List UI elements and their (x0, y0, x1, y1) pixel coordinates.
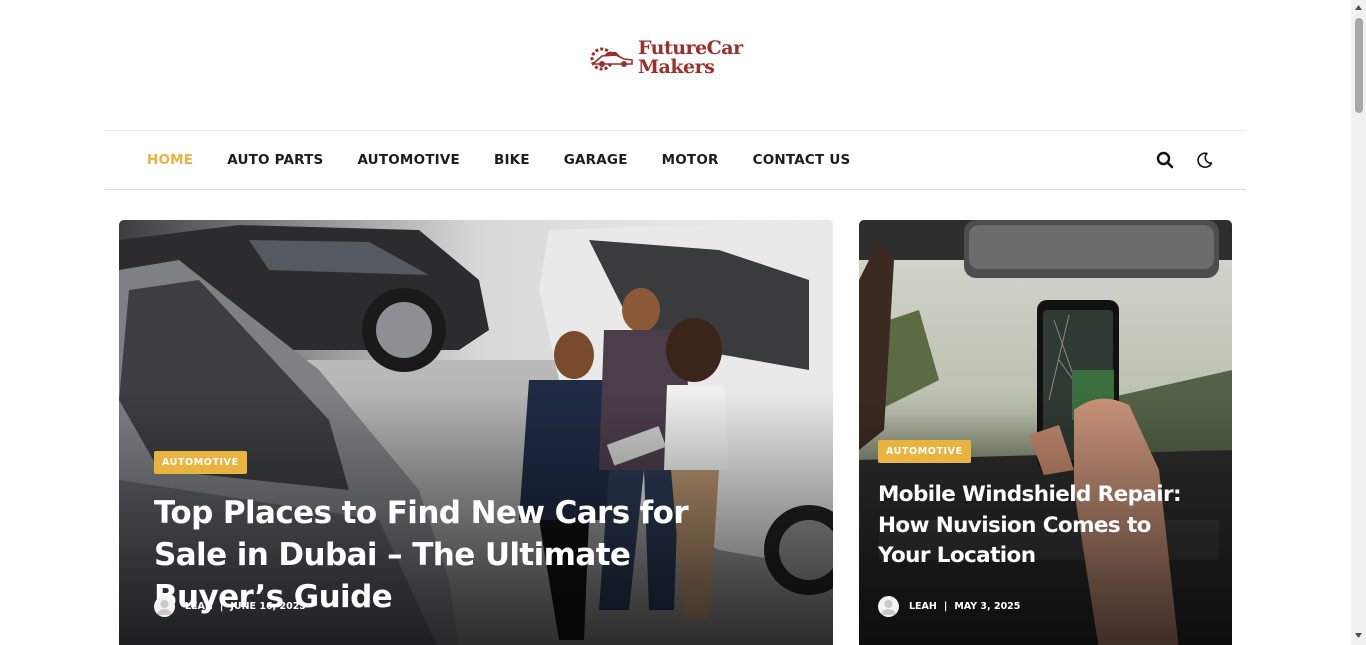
page-scrollbar[interactable] (1351, 0, 1366, 645)
nav-item-automotive[interactable]: AUTOMOTIVE (357, 152, 460, 168)
nav-item-garage[interactable]: GARAGE (564, 152, 628, 168)
moon-icon[interactable] (1194, 149, 1216, 171)
logo-text: FutureCar Makers (638, 39, 743, 77)
nav-item-contact-us[interactable]: CONTACT US (753, 152, 851, 168)
post-author[interactable]: LEAH (909, 601, 937, 612)
page: FutureCar Makers HOME AUTO PARTS AUTOMOT… (0, 0, 1366, 645)
nav-item-auto-parts[interactable]: AUTO PARTS (227, 152, 323, 168)
post-date: MAY 3, 2025 (954, 601, 1021, 612)
category-badge[interactable]: AUTOMOTIVE (878, 440, 971, 463)
meta-separator: | (943, 601, 948, 612)
meta-separator: | (219, 601, 224, 612)
nav-item-motor[interactable]: MOTOR (662, 152, 719, 168)
author-avatar (878, 596, 899, 617)
site-logo[interactable]: FutureCar Makers (588, 36, 778, 80)
logo-line-2: Makers (638, 56, 715, 78)
car-gear-icon (590, 47, 633, 71)
nav-menu: HOME AUTO PARTS AUTOMOTIVE BIKE GARAGE M… (147, 131, 884, 189)
main-navigation: HOME AUTO PARTS AUTOMOTIVE BIKE GARAGE M… (105, 130, 1246, 190)
category-badge[interactable]: AUTOMOTIVE (154, 451, 247, 474)
scrollbar-thumb[interactable] (1355, 18, 1363, 113)
search-icon[interactable] (1154, 149, 1176, 171)
featured-post-card[interactable]: AUTOMOTIVE Top Places to Find New Cars f… (119, 220, 833, 645)
image-overlay (859, 220, 1232, 645)
scroll-down-icon[interactable] (1354, 632, 1363, 639)
side-post-card[interactable]: AUTOMOTIVE Mobile Windshield Repair: How… (859, 220, 1232, 645)
post-title[interactable]: Mobile Windshield Repair: How Nuvision C… (878, 480, 1208, 572)
author-avatar (154, 596, 175, 617)
post-date: JUNE 16, 2025 (230, 601, 306, 612)
post-meta: LEAH | JUNE 16, 2025 (154, 596, 306, 617)
post-author[interactable]: LEAH (185, 601, 213, 612)
nav-tools (1154, 149, 1216, 171)
nav-item-home[interactable]: HOME (147, 152, 193, 168)
scroll-up-icon[interactable] (1354, 4, 1363, 11)
post-meta: LEAH | MAY 3, 2025 (878, 596, 1020, 617)
nav-item-bike[interactable]: BIKE (494, 152, 530, 168)
